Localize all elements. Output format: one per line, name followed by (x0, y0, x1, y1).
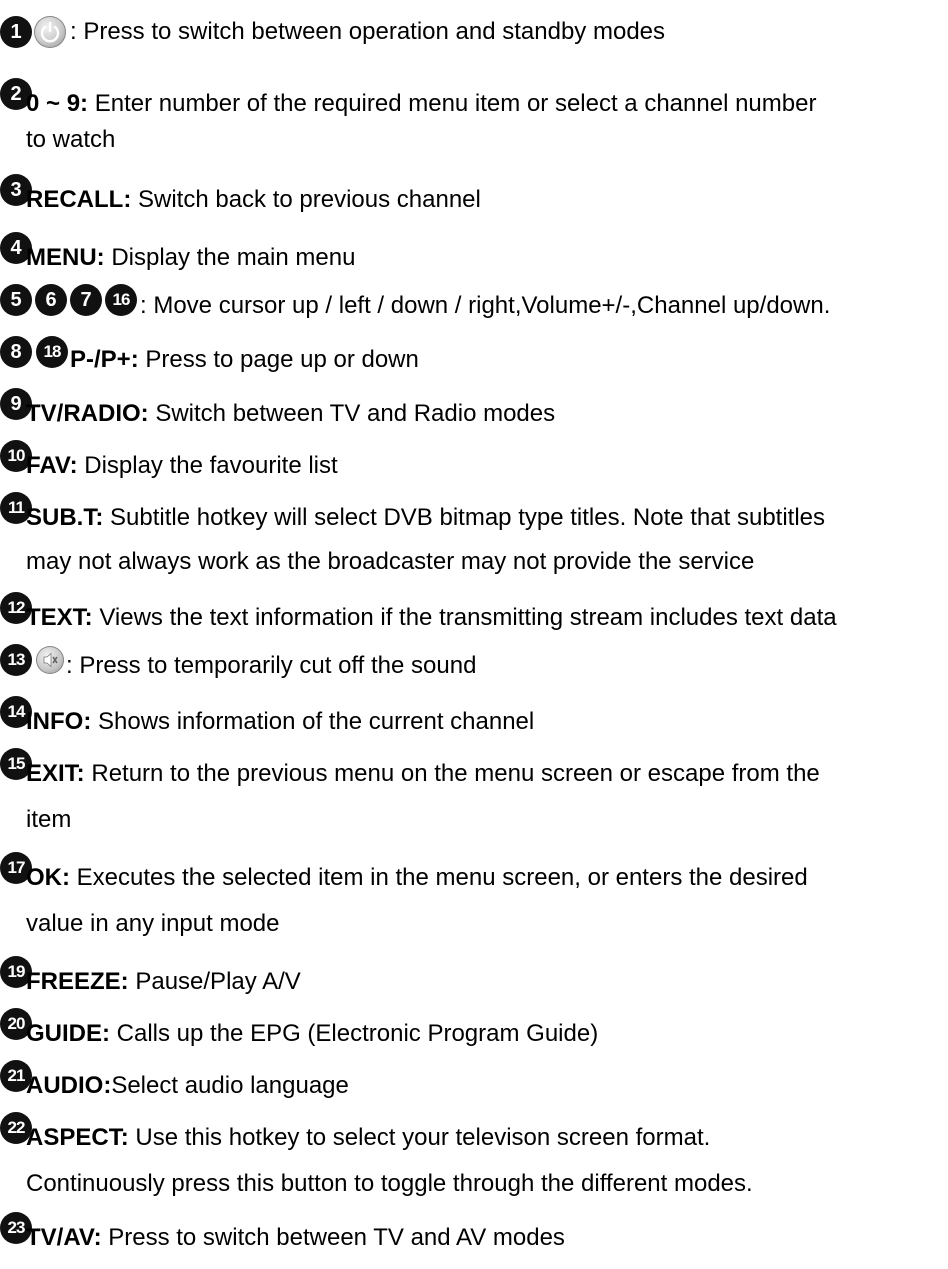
item-text: OK: Executes the selected item in the me… (26, 864, 808, 891)
item-11-continued: may not always work as the broadcaster m… (26, 548, 755, 575)
item-text: TV/RADIO: Switch between TV and Radio mo… (26, 400, 556, 427)
item-text: MENU: Display the main menu (26, 244, 356, 271)
item-text: INFO: Shows information of the current c… (26, 708, 535, 735)
item-text: SUB.T: Subtitle hotkey will select DVB b… (26, 504, 826, 531)
item-text: TEXT: Views the text information if the … (26, 604, 837, 631)
item-text: FREEZE: Pause/Play A/V (26, 968, 301, 995)
item-2-continued: to watch (26, 126, 116, 153)
item-text: EXIT: Return to the previous menu on the… (26, 760, 820, 787)
mute-icon (36, 646, 64, 674)
item-text: : Move cursor up / left / down / right,V… (140, 292, 831, 319)
item-text: : Press to switch between operation and … (70, 18, 666, 45)
item-text: GUIDE: Calls up the EPG (Electronic Prog… (26, 1020, 599, 1047)
number-badge: 1 (0, 16, 32, 48)
item-text: TV/AV: Press to switch between TV and AV… (26, 1224, 565, 1251)
item-text: : Press to temporarily cut off the sound (66, 652, 477, 679)
number-badge: 18 (36, 336, 68, 368)
item-17-continued: value in any input mode (26, 910, 280, 937)
item-text: AUDIO:Select audio language (26, 1072, 349, 1099)
power-icon (34, 16, 66, 48)
number-badge: 13 (0, 644, 32, 676)
number-badge: 7 (70, 284, 102, 316)
item-text: P-/P+: Press to page up or down (70, 346, 419, 373)
number-badge: 8 (0, 336, 32, 368)
number-badge: 5 (0, 284, 32, 316)
number-badge: 6 (35, 284, 67, 316)
item-text: RECALL: Switch back to previous channel (26, 186, 481, 213)
number-badge: 16 (105, 284, 137, 316)
item-text: FAV: Display the favourite list (26, 452, 338, 479)
item-22-continued: Continuously press this button to toggle… (26, 1170, 753, 1197)
item-text: ASPECT: Use this hotkey to select your t… (26, 1124, 711, 1151)
item-text: 0 ~ 9: Enter number of the required menu… (26, 90, 817, 117)
item-15-continued: item (26, 806, 72, 833)
